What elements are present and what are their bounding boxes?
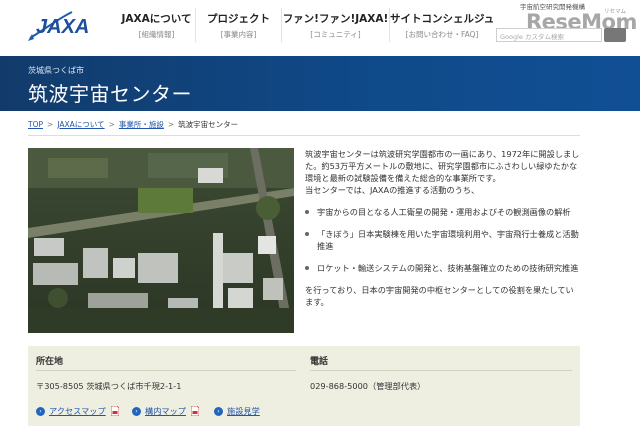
banner-subtitle: 茨城県つくば市: [28, 66, 84, 75]
search-button[interactable]: [604, 28, 626, 42]
bullet-icon: [305, 210, 309, 214]
pdf-icon: [110, 406, 119, 416]
list-item-text: ロケット・輸送システムの開発と、技術基盤確立のための技術研究推進: [317, 263, 579, 273]
list-item-text: 推進: [317, 241, 334, 251]
page-banner: 茨城県つくば市 筑波宇宙センター: [0, 56, 640, 111]
facility-tour-label: 施設見学: [227, 406, 260, 416]
access-map-label: アクセスマップ: [49, 406, 106, 416]
activity-list: 宇宙からの目となる人工衛星の開発・運用およびその観測画像の解析 「きぼう」日本実…: [305, 206, 583, 274]
address-label: 所在地: [36, 357, 64, 367]
breadcrumb: TOP > JAXAについて > 事業所・施設 > 筑波宇宙センター: [28, 118, 238, 130]
intro-line: た。約53万平方メートルの敷地に、研究学園都市にふさわしい緑ゆたかな: [305, 161, 578, 171]
nav-fan-jaxa-sub: [コミュニティ]: [310, 30, 361, 39]
nav-concierge-label: サイトコンシェルジュ: [390, 13, 495, 25]
nav-concierge-sub: [お問い合わせ・FAQ]: [405, 30, 479, 39]
arrow-right-icon: ›: [132, 406, 141, 416]
breadcrumb-about[interactable]: JAXAについて: [57, 119, 104, 130]
intro-line: 環境と最新の試験設備を備えた総合的な事業所です。: [305, 173, 501, 183]
svg-text:JAXA: JAXA: [36, 16, 89, 38]
nav-concierge[interactable]: サイトコンシェルジュ [お問い合わせ・FAQ]: [390, 8, 494, 42]
phone-label: 電話: [310, 357, 329, 367]
nav-about-label: JAXAについて: [121, 13, 192, 25]
bullet-icon: [305, 266, 309, 270]
arrow-right-icon: ›: [214, 406, 223, 416]
breadcrumb-facilities[interactable]: 事業所・施設: [119, 119, 164, 130]
intro-line: 当センターでは、JAXAの推進する活動のうち、: [305, 185, 480, 195]
center-description: 筑波宇宙センターは筑波研究学園都市の一画にあり、1972年に開設しまし た。約5…: [305, 148, 583, 308]
nav-about-sub: [組織情報]: [138, 30, 175, 39]
list-item: ロケット・輸送システムの開発と、技術基盤確立のための技術研究推進: [305, 262, 583, 274]
intro-line: 筑波宇宙センターは筑波研究学園都市の一画にあり、1972年に開設しまし: [305, 149, 580, 159]
breadcrumb-separator: >: [47, 119, 54, 129]
breadcrumb-separator: >: [108, 119, 115, 129]
divider: [28, 135, 580, 136]
list-item-text: 「きぼう」日本実験棟を用いた宇宙環境利用や、宇宙飛行士養成と活動: [317, 229, 579, 239]
pdf-icon: [190, 406, 199, 416]
main-nav: JAXAについて [組織情報] プロジェクト [事業内容] ファン!ファン!JA…: [118, 8, 494, 42]
facility-tour-link[interactable]: › 施設見学: [214, 405, 260, 417]
campus-map-link[interactable]: › 構内マップ: [132, 405, 199, 417]
jaxa-logo[interactable]: JAXA: [26, 8, 96, 44]
arrow-right-icon: ›: [36, 406, 45, 416]
closing-line: を行っており、日本の宇宙開発の中枢センターとしての役割を果たしてい: [305, 285, 574, 295]
nav-projects-sub: [事業内容]: [220, 30, 257, 39]
nav-about[interactable]: JAXAについて [組織情報]: [118, 8, 196, 42]
resemom-watermark-sub: リセマム: [604, 9, 627, 15]
list-item-text: 宇宙からの目となる人工衛星の開発・運用およびその観測画像の解析: [317, 207, 571, 217]
breadcrumb-top[interactable]: TOP: [28, 120, 43, 129]
phone-value: 029-868-5000（管理部代表）: [310, 381, 426, 391]
list-item: 「きぼう」日本実験棟を用いた宇宙環境利用や、宇宙飛行士養成と活動 推進: [305, 228, 583, 252]
access-map-link[interactable]: › アクセスマップ: [36, 405, 119, 417]
search-input[interactable]: Google カスタム検索: [496, 28, 602, 42]
aerial-photo: [28, 148, 294, 333]
bullet-icon: [305, 232, 309, 236]
campus-map-label: 構内マップ: [145, 406, 186, 416]
divider: [310, 370, 572, 371]
nav-projects[interactable]: プロジェクト [事業内容]: [196, 8, 282, 42]
nav-fan-jaxa-label: ファン!ファン!JAXA!: [282, 13, 389, 25]
contact-info-box: 所在地 電話 〒305-8505 茨城県つくば市千現2-1-1 029-868-…: [28, 346, 580, 426]
breadcrumb-separator: >: [167, 119, 175, 129]
address-value: 〒305-8505 茨城県つくば市千現2-1-1: [36, 381, 182, 391]
site-header: JAXA JAXAについて [組織情報] プロジェクト [事業内容] ファン!フ…: [0, 0, 640, 50]
list-item: 宇宙からの目となる人工衛星の開発・運用およびその観測画像の解析: [305, 206, 583, 218]
page-title: 筑波宇宙センター: [28, 82, 192, 106]
nav-projects-label: プロジェクト: [207, 13, 270, 25]
closing-line: ます。: [305, 297, 329, 307]
breadcrumb-current: 筑波宇宙センター: [178, 119, 239, 129]
nav-fan-jaxa[interactable]: ファン!ファン!JAXA! [コミュニティ]: [282, 8, 390, 42]
divider: [36, 370, 296, 371]
